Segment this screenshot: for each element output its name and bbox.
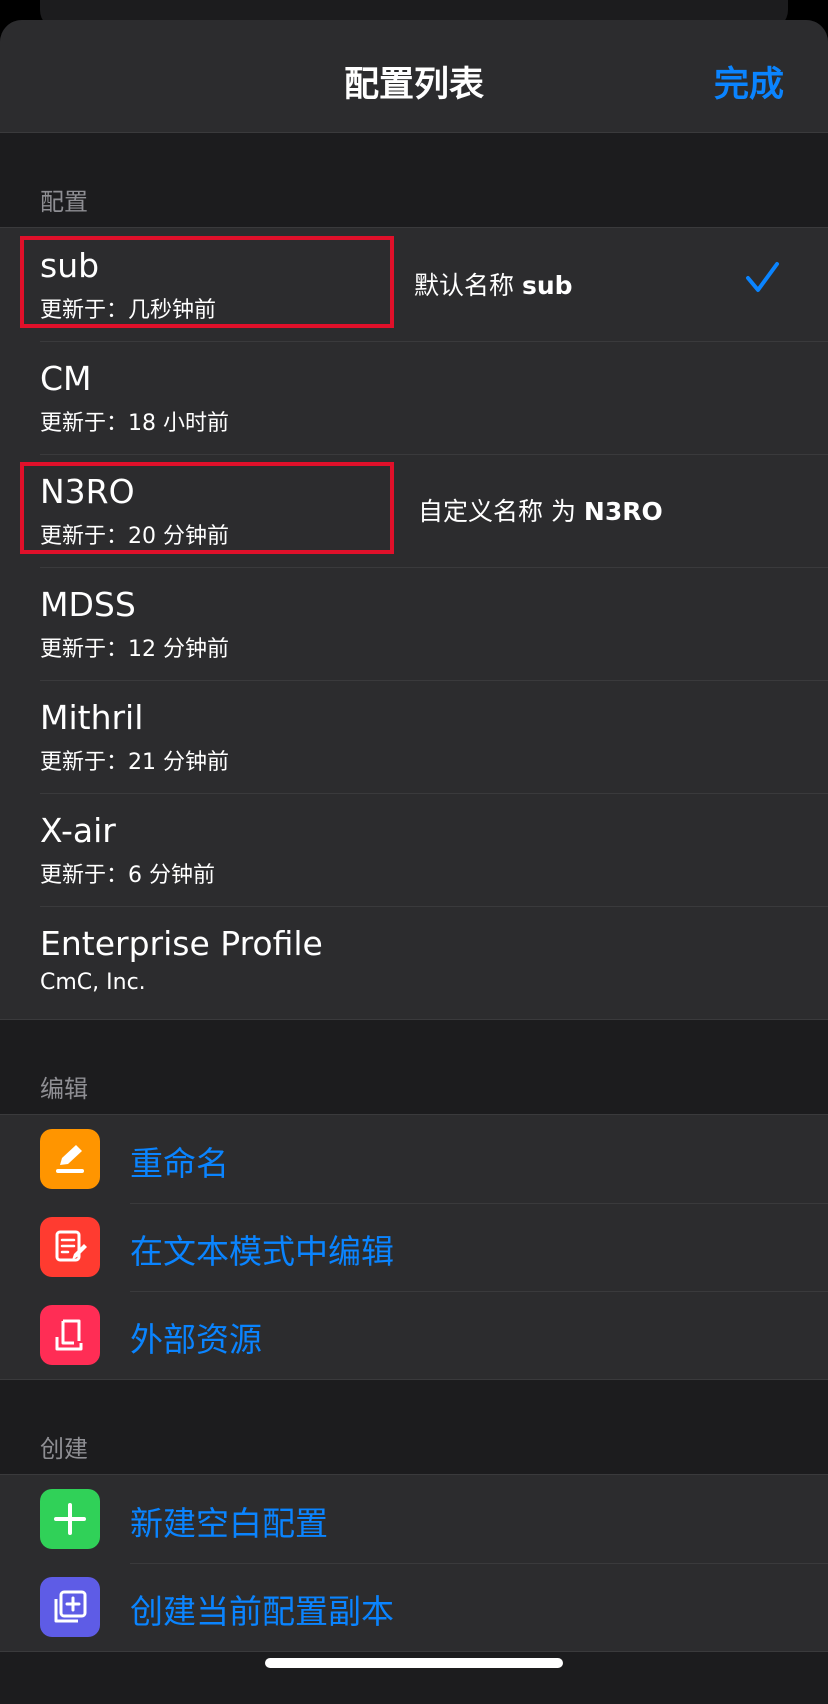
home-indicator[interactable] — [265, 1658, 563, 1668]
profile-name: Enterprise Profile — [40, 924, 323, 963]
profile-organization: CmC, Inc. — [40, 970, 146, 995]
profile-row-n3ro[interactable]: N3RO 更新于：20 分钟前 自定义名称 为 N3RO — [0, 454, 828, 567]
profile-name: MDSS — [40, 585, 136, 624]
annotation-default-name: 默认名称 sub — [414, 271, 573, 300]
plus-icon — [40, 1489, 100, 1549]
profile-updated: 更新于：12 分钟前 — [40, 637, 229, 662]
section-header-profiles: 配置 — [40, 188, 88, 216]
annotation-custom-name: 自定义名称 为 N3RO — [418, 497, 663, 526]
duplicate-profile-button[interactable]: 创建当前配置副本 — [0, 1563, 828, 1651]
profile-row-sub[interactable]: sub 更新于：几秒钟前 默认名称 sub — [0, 228, 828, 341]
edit-actions: 重命名 在文本模式中编辑 外部资源 — [0, 1114, 828, 1380]
action-label: 创建当前配置副本 — [130, 1592, 394, 1631]
profile-updated: 更新于：21 分钟前 — [40, 750, 229, 775]
rename-button[interactable]: 重命名 — [0, 1115, 828, 1203]
action-label: 重命名 — [130, 1144, 229, 1183]
profile-name: Mithril — [40, 698, 144, 737]
page-title: 配置列表 — [343, 65, 484, 105]
pencil-icon — [40, 1129, 100, 1189]
duplicate-icon — [40, 1577, 100, 1637]
profile-row-x-air[interactable]: X-air 更新于：6 分钟前 — [0, 793, 828, 906]
profile-row-mdss[interactable]: MDSS 更新于：12 分钟前 — [0, 567, 828, 680]
highlight-box — [20, 236, 394, 328]
nav-bar: 配置列表 完成 — [0, 20, 828, 133]
profile-list: sub 更新于：几秒钟前 默认名称 sub CM 更新于：18 小时前 N3RO… — [0, 227, 828, 1020]
profile-updated: 更新于：6 分钟前 — [40, 863, 215, 888]
new-blank-profile-button[interactable]: 新建空白配置 — [0, 1475, 828, 1563]
highlight-box — [20, 462, 394, 554]
profile-row-enterprise[interactable]: Enterprise Profile CmC, Inc. — [0, 906, 828, 1019]
external-resources-button[interactable]: 外部资源 — [0, 1291, 828, 1379]
section-header-edit: 编辑 — [40, 1075, 88, 1103]
profile-name: X-air — [40, 811, 116, 850]
create-actions: 新建空白配置 创建当前配置副本 — [0, 1474, 828, 1652]
profile-list-sheet: 配置列表 完成 配置 sub 更新于：几秒钟前 默认名称 sub CM 更新于：… — [0, 20, 828, 1704]
document-icon — [40, 1305, 100, 1365]
section-header-create: 创建 — [40, 1435, 88, 1463]
done-button[interactable]: 完成 — [714, 56, 784, 107]
profile-row-mithril[interactable]: Mithril 更新于：21 分钟前 — [0, 680, 828, 793]
text-edit-icon — [40, 1217, 100, 1277]
checkmark-icon — [746, 262, 779, 292]
action-label: 外部资源 — [130, 1320, 262, 1359]
profile-name: CM — [40, 359, 92, 398]
profile-updated: 更新于：18 小时前 — [40, 411, 229, 436]
profile-row-cm[interactable]: CM 更新于：18 小时前 — [0, 341, 828, 454]
edit-text-mode-button[interactable]: 在文本模式中编辑 — [0, 1203, 828, 1291]
action-label: 在文本模式中编辑 — [130, 1232, 394, 1271]
action-label: 新建空白配置 — [130, 1504, 328, 1543]
